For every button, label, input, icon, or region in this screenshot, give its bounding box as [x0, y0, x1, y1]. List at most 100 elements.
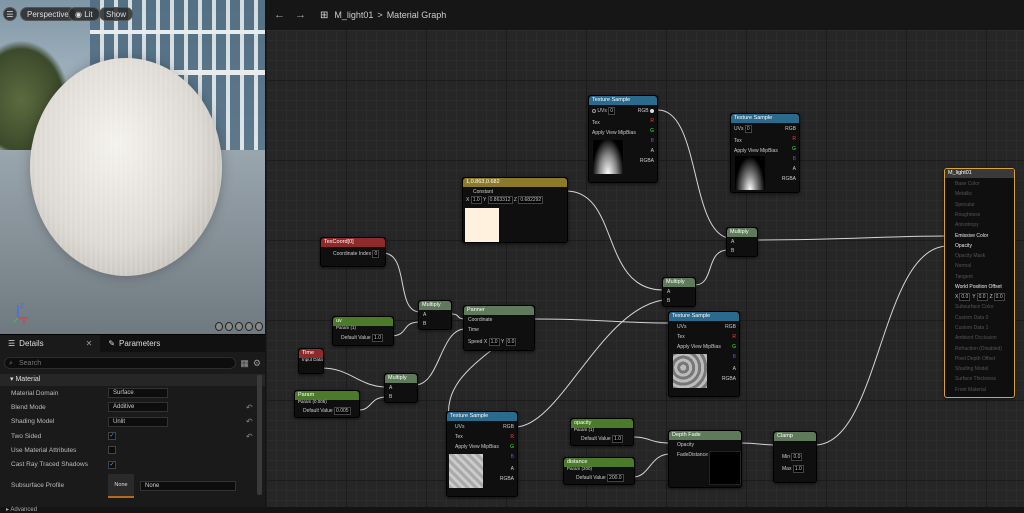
preview-shape-buttons[interactable]: [215, 322, 263, 332]
default-value-field[interactable]: 0.005: [334, 407, 351, 415]
show-button[interactable]: Show: [99, 7, 134, 21]
default-value[interactable]: Default Value 200.0: [576, 474, 624, 482]
pin-uvs[interactable]: UVs 0: [592, 107, 616, 115]
node-panner[interactable]: Panner Coordinate Time Speed X 1.0 Y 0.0: [463, 305, 535, 351]
wpo-y-field[interactable]: 0.0: [976, 293, 988, 302]
pin-b[interactable]: B: [423, 321, 426, 327]
reset-icon[interactable]: ↶: [246, 432, 253, 441]
reset-icon[interactable]: ↶: [246, 417, 253, 426]
reset-icon[interactable]: ↶: [246, 403, 253, 412]
node-param-uv[interactable]: uv Param (1) Default Value 1.0: [332, 316, 394, 346]
wpo-fields[interactable]: X 0.0 Y 0.0 Z 0.0: [955, 293, 1007, 302]
pin-mip[interactable]: Apply View MipBias: [734, 148, 778, 154]
close-icon[interactable]: ✕: [86, 335, 93, 352]
settings-icon[interactable]: ⚙: [253, 358, 261, 369]
pin-mip[interactable]: Apply View MipBias: [592, 130, 636, 136]
two-sided-checkbox[interactable]: ✓: [108, 432, 116, 441]
result-pin[interactable]: Anisotropy: [955, 222, 979, 228]
result-pin[interactable]: Custom Data 1: [955, 325, 988, 331]
result-pin[interactable]: Roughness: [955, 212, 980, 218]
pin-b[interactable]: B: [511, 454, 514, 460]
node-texture-sample-mid[interactable]: Texture Sample UVs Tex Apply View MipBia…: [668, 311, 740, 397]
table-view-icon[interactable]: ▦: [240, 358, 249, 369]
result-pin[interactable]: Surface Thickness: [955, 376, 996, 382]
pin-tex[interactable]: Tex: [592, 120, 600, 126]
coordinate-index-field[interactable]: 0: [372, 250, 380, 258]
shape-button[interactable]: [215, 322, 223, 331]
cast-ray-traced-shadows-checkbox[interactable]: ✓: [108, 460, 116, 469]
pin-r[interactable]: R: [792, 136, 796, 142]
wpo-z-field[interactable]: 0.0: [993, 293, 1005, 302]
search-input[interactable]: ⌕ Search: [4, 357, 237, 369]
lit-button[interactable]: ◉ Lit: [68, 7, 100, 21]
node-texcoord[interactable]: TexCoord[0] Coordinate Index 0: [320, 237, 386, 267]
node-param-opacity[interactable]: opacity Param (1) Default Value 1.0: [570, 418, 634, 446]
node-multiply[interactable]: Multiply A B: [384, 373, 418, 403]
node-multiply[interactable]: Multiply A B: [662, 277, 696, 307]
pin-b[interactable]: B: [731, 248, 734, 254]
pin-a[interactable]: A: [389, 385, 392, 391]
result-pin[interactable]: Front Material: [955, 387, 986, 393]
pin-tex[interactable]: Tex: [677, 334, 685, 340]
pin-b[interactable]: B: [389, 394, 392, 400]
pin-rgba[interactable]: RGBA: [782, 176, 796, 182]
pin-coordinate[interactable]: Coordinate: [468, 317, 492, 323]
min-field[interactable]: 0.0: [791, 453, 803, 461]
shape-button[interactable]: [255, 322, 263, 331]
pin-a[interactable]: A: [733, 366, 736, 372]
shading-model-dropdown[interactable]: Unlit: [108, 416, 168, 427]
pin-fade-distance[interactable]: FadeDistance: [677, 452, 708, 458]
pin-rgb[interactable]: RGB: [503, 424, 514, 430]
use-material-attributes-checkbox[interactable]: [108, 446, 116, 455]
result-pin[interactable]: Shading Model: [955, 366, 988, 372]
pin-a[interactable]: A: [731, 239, 734, 245]
pin-rgb[interactable]: RGB: [638, 108, 654, 114]
subsurface-profile-dropdown[interactable]: None: [140, 480, 236, 491]
pin-g[interactable]: G: [510, 444, 514, 450]
result-pin[interactable]: Emissive Color: [955, 233, 988, 239]
pin-a[interactable]: A: [423, 312, 426, 318]
node-multiply[interactable]: Multiply A B: [726, 227, 758, 257]
pin-g[interactable]: G: [732, 344, 736, 350]
coordinate-index[interactable]: Coordinate Index 0: [333, 250, 380, 258]
pin-b[interactable]: B: [667, 298, 670, 304]
node-param-distance[interactable]: distance Param (200) Default Value 200.0: [563, 457, 635, 485]
node-clamp[interactable]: Clamp Min 0.0 Max 1.0: [773, 431, 817, 483]
back-arrow-icon[interactable]: ←: [274, 9, 285, 21]
z-field[interactable]: 0.682292: [518, 196, 544, 204]
default-value-field[interactable]: 1.0: [612, 435, 623, 443]
forward-arrow-icon[interactable]: →: [295, 9, 306, 21]
default-value[interactable]: Default Value 1.0: [341, 334, 383, 342]
node-material-result[interactable]: M_light01 Base Color Metallic Specular Roug…: [944, 168, 1015, 398]
pin-rgba[interactable]: RGBA: [640, 158, 654, 164]
pin-a[interactable]: A: [793, 166, 796, 172]
pin-g[interactable]: G: [650, 128, 654, 134]
result-pin[interactable]: Custom Data 0: [955, 315, 988, 321]
section-material[interactable]: ▾ Material: [0, 374, 265, 386]
pin-rgb[interactable]: RGB: [785, 126, 796, 132]
pin-rgba[interactable]: RGBA: [722, 376, 736, 382]
result-pin[interactable]: Subsurface Color: [955, 304, 994, 310]
result-pin[interactable]: Refraction (Disabled): [955, 346, 1002, 352]
default-value-field[interactable]: 1.0: [372, 334, 383, 342]
result-pin[interactable]: Base Color: [955, 181, 980, 187]
pin-speed[interactable]: Speed X 1.0 Y 0.0: [468, 338, 517, 346]
node-constant[interactable]: 1,0.863,0.682 Constant X 1.0 Y 0.863312 …: [462, 177, 568, 243]
result-pin[interactable]: Ambient Occlusion: [955, 335, 997, 341]
pin-r[interactable]: R: [510, 434, 514, 440]
default-value[interactable]: Default Value 0.005: [303, 407, 351, 415]
wpo-x-field[interactable]: 0.0: [959, 293, 971, 302]
result-pin[interactable]: Tangent: [955, 274, 973, 280]
pin-g[interactable]: G: [792, 146, 796, 152]
pin-uvs[interactable]: UVs 0: [734, 125, 752, 133]
node-time[interactable]: Time Input Data: [298, 348, 324, 374]
breadcrumb-graph[interactable]: Material Graph: [387, 10, 447, 20]
pin-mip[interactable]: Apply View MipBias: [455, 444, 499, 450]
pin-a[interactable]: A: [651, 148, 654, 154]
pin-b[interactable]: B: [793, 156, 796, 162]
pin-opacity[interactable]: Opacity: [677, 442, 694, 448]
pin-mip[interactable]: Apply View MipBias: [677, 344, 721, 350]
result-pin[interactable]: Specular: [955, 202, 975, 208]
node-param[interactable]: Param Param (0.005) Default Value 0.005: [294, 390, 360, 418]
breadcrumb-asset[interactable]: M_light01: [334, 10, 373, 20]
